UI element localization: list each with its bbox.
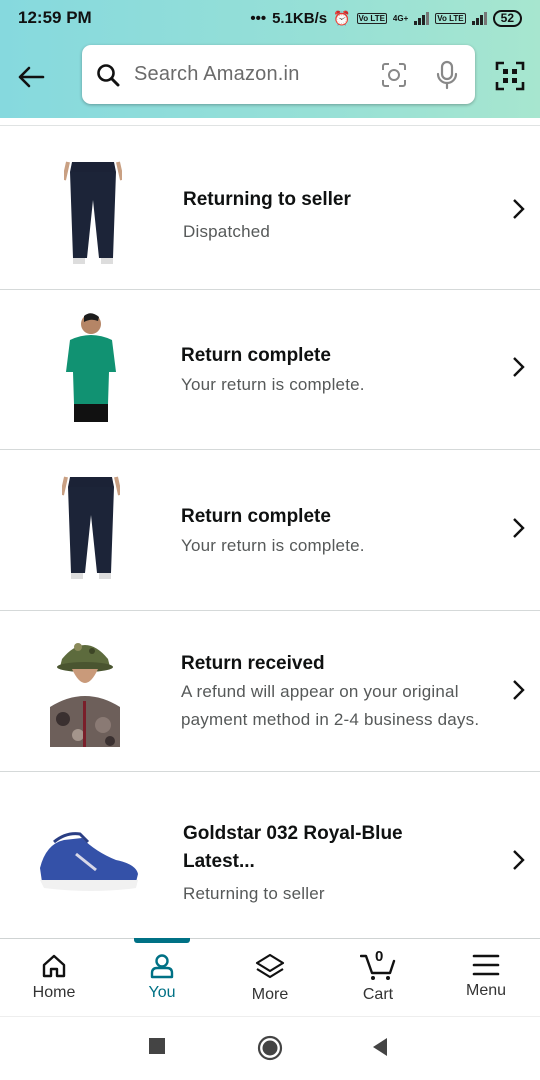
- search-input[interactable]: Search Amazon.in: [134, 63, 369, 86]
- nav-label: You: [148, 984, 176, 1001]
- order-row[interactable]: Return complete Your return is complete.: [0, 290, 540, 450]
- home-circle-icon[interactable]: [257, 1035, 283, 1061]
- order-substatus: Your return is complete.: [181, 536, 365, 555]
- battery-indicator: 52: [492, 9, 522, 27]
- bottom-navigation: Home You More 0 Cart Menu: [0, 938, 540, 1016]
- status-indicators: ••• 5.1KB/s ⏰ Vo LTE 4G+ Vo LTE 52: [250, 9, 522, 27]
- chevron-right-icon: [513, 357, 525, 377]
- network-speed: 5.1KB/s: [272, 9, 328, 27]
- camera-lens-icon[interactable]: [369, 62, 419, 88]
- order-row[interactable]: Return complete Your return is complete.: [0, 450, 540, 611]
- nav-label: Menu: [465, 982, 507, 999]
- nav-more[interactable]: More: [216, 939, 324, 1016]
- microphone-icon[interactable]: [419, 60, 475, 90]
- nav-label: Cart: [362, 986, 394, 1003]
- order-status: Returning to seller: [183, 189, 351, 210]
- nav-menu[interactable]: Menu: [432, 939, 540, 1016]
- nav-home[interactable]: Home: [0, 939, 108, 1016]
- blue-sneakers-image: [40, 832, 138, 891]
- nav-you[interactable]: You: [108, 938, 216, 1016]
- status-time: 12:59 PM: [18, 8, 92, 27]
- camo-jacket-image: [50, 643, 120, 747]
- product-title-line2: Latest...: [183, 851, 255, 872]
- nav-label: More: [251, 986, 289, 1003]
- system-navigation-bar: [0, 1016, 540, 1080]
- order-row[interactable]: Return received A refund will appear on …: [0, 611, 540, 772]
- home-icon: [42, 954, 66, 978]
- chevron-right-icon: [513, 199, 525, 219]
- nav-label: Home: [32, 984, 76, 1001]
- order-status: Return complete: [181, 345, 331, 366]
- green-polo-image: [66, 313, 116, 422]
- order-substatus-line2: payment method in 2-4 business days.: [181, 710, 480, 729]
- product-title-line1: Goldstar 032 Royal-Blue: [183, 823, 403, 844]
- person-icon: [150, 954, 174, 979]
- layers-icon: [255, 953, 285, 979]
- signal-icon: [414, 11, 430, 25]
- order-row[interactable]: Returning to seller Dispatched: [0, 126, 540, 290]
- volte-badge-2: Vo LTE: [435, 12, 466, 24]
- app-header: Search Amazon.in: [0, 36, 540, 118]
- recents-icon[interactable]: [148, 1037, 166, 1055]
- order-substatus-line1: A refund will appear on your original: [181, 682, 459, 701]
- search-icon: [82, 63, 134, 87]
- order-status: Return complete: [181, 506, 331, 527]
- active-tab-indicator: [134, 938, 190, 943]
- orders-list: Returning to seller Dispatched Return co…: [0, 118, 540, 938]
- volte-badge: Vo LTE: [356, 12, 387, 24]
- chevron-right-icon: [513, 518, 525, 538]
- order-row[interactable]: Goldstar 032 Royal-Blue Latest... Return…: [0, 772, 540, 938]
- arrow-left-icon: [18, 66, 45, 88]
- alarm-icon: ⏰: [333, 9, 351, 26]
- chevron-right-icon: [513, 680, 525, 700]
- back-button[interactable]: [0, 47, 62, 107]
- order-substatus: Your return is complete.: [181, 375, 365, 394]
- hamburger-menu-icon: [472, 954, 500, 976]
- signal-icon-2: [471, 11, 487, 25]
- chevron-right-icon: [513, 850, 525, 870]
- order-substatus: Dispatched: [183, 222, 271, 241]
- qr-scanner-icon: [495, 61, 525, 91]
- track-pants-image: [64, 161, 122, 264]
- net-type-label: 4G+: [392, 13, 409, 23]
- order-status: Return received: [181, 653, 325, 674]
- nav-cart[interactable]: 0 Cart: [324, 939, 432, 1016]
- qr-scanner-button[interactable]: [488, 56, 532, 96]
- status-bar: 12:59 PM ••• 5.1KB/s ⏰ Vo LTE 4G+ Vo LTE…: [0, 0, 540, 36]
- cart-count: 0: [375, 948, 384, 965]
- back-triangle-icon[interactable]: [371, 1037, 389, 1057]
- track-pants-image: [62, 476, 120, 579]
- order-substatus: Returning to seller: [183, 884, 325, 903]
- search-bar[interactable]: Search Amazon.in: [82, 45, 475, 104]
- dots-icon: •••: [250, 9, 267, 27]
